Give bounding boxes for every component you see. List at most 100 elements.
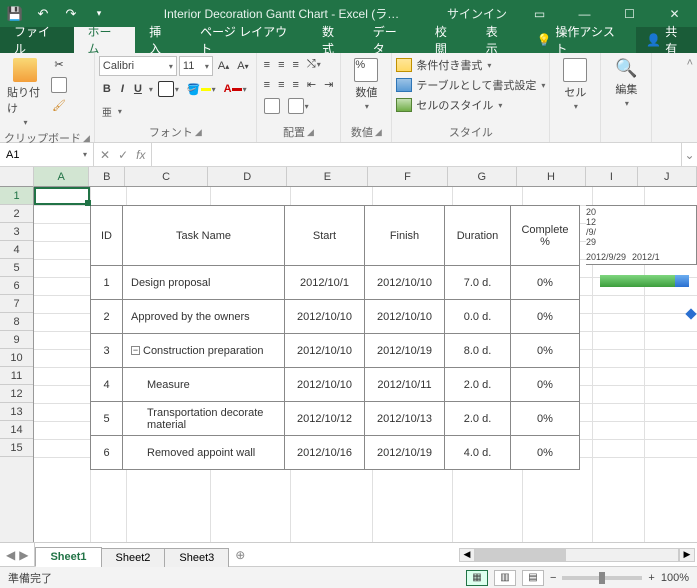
row-header-3[interactable]: 3 [0, 223, 33, 241]
scroll-thumb[interactable] [476, 549, 566, 561]
table-row[interactable]: 2Approved by the owners2012/10/102012/10… [91, 300, 580, 334]
number-format-button[interactable]: % 数値 ▾ [345, 56, 387, 113]
underline-button[interactable]: U [130, 81, 146, 97]
row-header-13[interactable]: 13 [0, 403, 33, 421]
row-header-15[interactable]: 15 [0, 439, 33, 457]
column-header-H[interactable]: H [517, 167, 586, 186]
conditional-format-button[interactable]: 条件付き書式▾ [396, 56, 491, 74]
cells-area[interactable]: ID Task Name Start Finish Duration Compl… [34, 187, 697, 542]
page-break-view-button[interactable]: ▤ [522, 570, 544, 586]
italic-button[interactable]: I [117, 81, 128, 97]
format-painter-button[interactable]: 🖌 [48, 97, 70, 114]
row-header-9[interactable]: 9 [0, 331, 33, 349]
fill-handle[interactable] [85, 200, 91, 206]
scroll-track[interactable] [475, 548, 679, 562]
sheet-tab-3[interactable]: Sheet3 [164, 548, 229, 567]
copy-button[interactable] [48, 75, 70, 95]
decrease-font-button[interactable]: A▾ [234, 58, 251, 74]
editing-button[interactable]: 🔍 編集 ▾ [605, 56, 647, 110]
tab-data[interactable]: データ [359, 27, 421, 53]
bold-button[interactable]: B [99, 81, 115, 97]
scroll-right-icon[interactable]: ▶ [679, 548, 695, 562]
paste-button[interactable]: 貼り付け ▾ [4, 56, 46, 129]
number-launcher-icon[interactable]: ◢ [375, 127, 382, 138]
name-box[interactable]: A1▾ [0, 143, 94, 166]
increase-indent-button[interactable]: ⇥ [321, 76, 336, 93]
column-header-D[interactable]: D [208, 167, 287, 186]
select-all-corner[interactable] [0, 167, 34, 187]
column-header-G[interactable]: G [448, 167, 517, 186]
font-family-select[interactable]: Calibri▾ [99, 56, 177, 76]
align-right-button[interactable]: ≡ [289, 77, 301, 93]
add-sheet-button[interactable]: ⊕ [228, 543, 252, 566]
sheet-tab-2[interactable]: Sheet2 [101, 548, 166, 567]
column-header-C[interactable]: C [125, 167, 208, 186]
table-row[interactable]: 1Design proposal2012/10/12012/10/107.0 d… [91, 266, 580, 300]
zoom-thumb[interactable] [599, 572, 605, 584]
zoom-in-button[interactable]: + [648, 572, 654, 584]
table-row[interactable]: 3−Construction preparation2012/10/102012… [91, 334, 580, 368]
qat-customize-icon[interactable]: ▾ [88, 3, 110, 25]
expand-formula-icon[interactable]: ⌄ [681, 143, 697, 166]
zoom-out-button[interactable]: − [550, 572, 556, 584]
tab-review[interactable]: 校閲 [421, 27, 472, 53]
borders-button[interactable]: ▾ [155, 79, 182, 99]
tab-insert[interactable]: 挿入 [135, 27, 186, 53]
align-middle-button[interactable]: ≡ [275, 57, 287, 73]
cells-button[interactable]: セル ▾ [554, 56, 596, 113]
column-header-I[interactable]: I [586, 167, 637, 186]
increase-font-button[interactable]: A▴ [215, 58, 232, 74]
sheet-next-icon[interactable]: ▶ [19, 548, 28, 562]
row-header-8[interactable]: 8 [0, 313, 33, 331]
row-header-4[interactable]: 4 [0, 241, 33, 259]
normal-view-button[interactable]: ▦ [466, 570, 488, 586]
column-header-A[interactable]: A [34, 167, 89, 186]
formula-input[interactable] [152, 143, 681, 166]
redo-icon[interactable]: ↷ [60, 3, 82, 25]
cell-styles-button[interactable]: セルのスタイル▾ [396, 96, 502, 114]
orientation-button[interactable]: ⤭▾ [304, 56, 324, 73]
share-button[interactable]: 👤共有 [636, 27, 697, 53]
table-row[interactable]: 4Measure2012/10/102012/10/112.0 d.0% [91, 368, 580, 402]
horizontal-scrollbar[interactable]: ◀ ▶ [457, 543, 697, 566]
tab-page-layout[interactable]: ページ レイアウト [186, 27, 308, 53]
align-left-button[interactable]: ≡ [261, 77, 273, 93]
row-header-6[interactable]: 6 [0, 277, 33, 295]
cut-button[interactable]: ✂ [48, 56, 70, 73]
expander-icon[interactable]: − [131, 346, 140, 355]
accept-formula-icon[interactable]: ✓ [118, 148, 128, 162]
sign-in-link[interactable]: サインイン [437, 5, 517, 22]
undo-icon[interactable]: ↶ [32, 3, 54, 25]
column-header-E[interactable]: E [287, 167, 368, 186]
collapse-ribbon-icon[interactable]: ˄ [683, 53, 697, 142]
page-layout-view-button[interactable]: ▥ [494, 570, 516, 586]
scroll-left-icon[interactable]: ◀ [459, 548, 475, 562]
row-header-14[interactable]: 14 [0, 421, 33, 439]
zoom-level[interactable]: 100% [661, 572, 689, 584]
zoom-slider[interactable] [562, 576, 642, 580]
tab-file[interactable]: ファイル [0, 27, 74, 53]
table-row[interactable]: 6Removed appoint wall2012/10/162012/10/1… [91, 436, 580, 470]
row-header-2[interactable]: 2 [0, 205, 33, 223]
wrap-text-button[interactable] [261, 96, 283, 116]
table-row[interactable]: 5Transportation decorate material2012/10… [91, 402, 580, 436]
row-header-12[interactable]: 12 [0, 385, 33, 403]
save-icon[interactable]: 💾 [4, 3, 26, 25]
cancel-formula-icon[interactable]: ✕ [100, 148, 110, 162]
tab-formulas[interactable]: 数式 [308, 27, 359, 53]
tab-view[interactable]: 表示 [472, 27, 523, 53]
fill-color-button[interactable]: 🪣▾ [184, 81, 219, 98]
font-size-select[interactable]: 11▾ [179, 56, 213, 76]
align-bottom-button[interactable]: ≡ [289, 57, 301, 73]
tab-home[interactable]: ホーム [74, 27, 136, 53]
selected-cell[interactable] [34, 187, 90, 205]
ruby-button[interactable]: 亜 [99, 102, 115, 121]
font-launcher-icon[interactable]: ◢ [195, 127, 202, 138]
row-header-5[interactable]: 5 [0, 259, 33, 277]
row-header-11[interactable]: 11 [0, 367, 33, 385]
format-as-table-button[interactable]: テーブルとして書式設定▾ [396, 76, 545, 94]
align-top-button[interactable]: ≡ [261, 57, 273, 73]
sheet-prev-icon[interactable]: ◀ [6, 548, 15, 562]
column-header-J[interactable]: J [638, 167, 697, 186]
row-header-1[interactable]: 1 [0, 187, 33, 205]
